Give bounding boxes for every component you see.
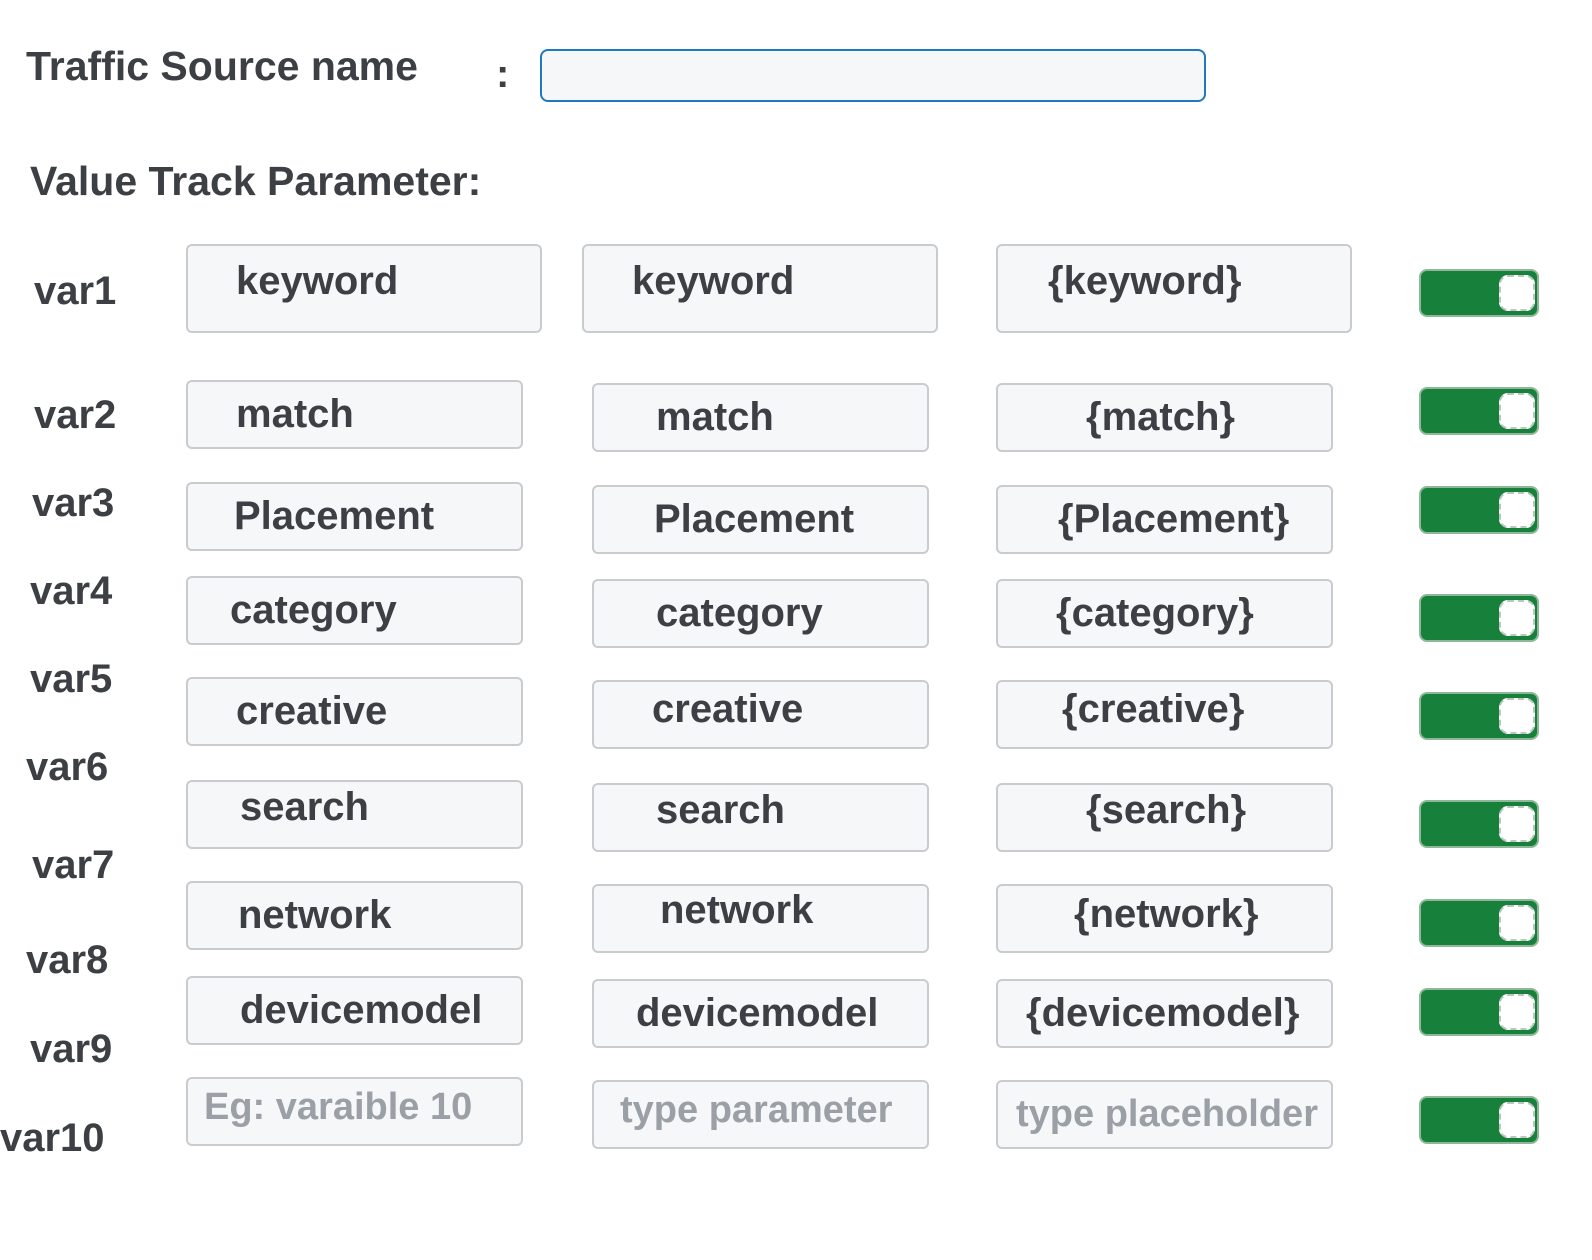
toggle-var6[interactable]: [1419, 800, 1539, 848]
toggle-knob: [1499, 1102, 1535, 1138]
toggle-knob: [1499, 698, 1535, 734]
name-field-var3[interactable]: [186, 482, 523, 551]
row-label-var9: var9: [30, 1027, 113, 1071]
row-label-var2: var2: [34, 393, 117, 437]
name-field-var1[interactable]: [186, 244, 542, 333]
toggle-var3[interactable]: [1419, 486, 1539, 534]
placeholder-field-var10[interactable]: [996, 1080, 1333, 1149]
parameter-field-var5[interactable]: [592, 680, 929, 749]
row-label-var1: var1: [34, 269, 117, 313]
toggle-knob: [1499, 905, 1535, 941]
toggle-var2[interactable]: [1419, 387, 1539, 435]
placeholder-field-var5[interactable]: [996, 680, 1333, 749]
parameter-field-var3[interactable]: [592, 485, 929, 554]
name-field-var10[interactable]: [186, 1077, 523, 1146]
name-field-var2[interactable]: [186, 380, 523, 449]
toggle-knob: [1499, 600, 1535, 636]
parameter-field-var10[interactable]: [592, 1080, 929, 1149]
placeholder-field-var1[interactable]: [996, 244, 1352, 333]
placeholder-field-var2[interactable]: [996, 383, 1333, 452]
placeholder-field-var4[interactable]: [996, 579, 1333, 648]
toggle-knob: [1499, 994, 1535, 1030]
row-label-var5: var5: [30, 657, 113, 701]
placeholder-field-var6[interactable]: [996, 783, 1333, 852]
placeholder-field-var3[interactable]: [996, 485, 1333, 554]
parameter-field-var2[interactable]: [592, 383, 929, 452]
parameter-field-var4[interactable]: [592, 579, 929, 648]
parameter-field-var6[interactable]: [592, 783, 929, 852]
row-label-var4: var4: [30, 569, 113, 613]
row-label-var3: var3: [32, 481, 115, 525]
row-label-var10: var10: [0, 1116, 105, 1160]
name-field-var5[interactable]: [186, 677, 523, 746]
toggle-knob: [1499, 806, 1535, 842]
name-field-var6[interactable]: [186, 780, 523, 849]
row-label-var8: var8: [26, 938, 109, 982]
row-label-var7: var7: [32, 843, 115, 887]
parameter-field-var8[interactable]: [592, 979, 929, 1048]
placeholder-field-var7[interactable]: [996, 884, 1333, 953]
parameter-field-var7[interactable]: [592, 884, 929, 953]
toggle-var8[interactable]: [1419, 988, 1539, 1036]
name-field-var7[interactable]: [186, 881, 523, 950]
toggle-var5[interactable]: [1419, 692, 1539, 740]
traffic-source-name-input[interactable]: [540, 49, 1206, 102]
name-field-var4[interactable]: [186, 576, 523, 645]
name-field-var8[interactable]: [186, 976, 523, 1045]
toggle-var10[interactable]: [1419, 1096, 1539, 1144]
placeholder-field-var8[interactable]: [996, 979, 1333, 1048]
parameter-field-var1[interactable]: [582, 244, 938, 333]
toggle-var7[interactable]: [1419, 899, 1539, 947]
toggle-var1[interactable]: [1419, 269, 1539, 317]
colon-separator: :: [496, 52, 510, 96]
toggle-knob: [1499, 492, 1535, 528]
row-label-var6: var6: [26, 745, 109, 789]
toggle-knob: [1499, 275, 1535, 311]
toggle-var4[interactable]: [1419, 594, 1539, 642]
traffic-source-name-label: Traffic Source name: [26, 43, 418, 89]
value-track-parameter-title: Value Track Parameter:: [30, 158, 482, 204]
toggle-knob: [1499, 393, 1535, 429]
